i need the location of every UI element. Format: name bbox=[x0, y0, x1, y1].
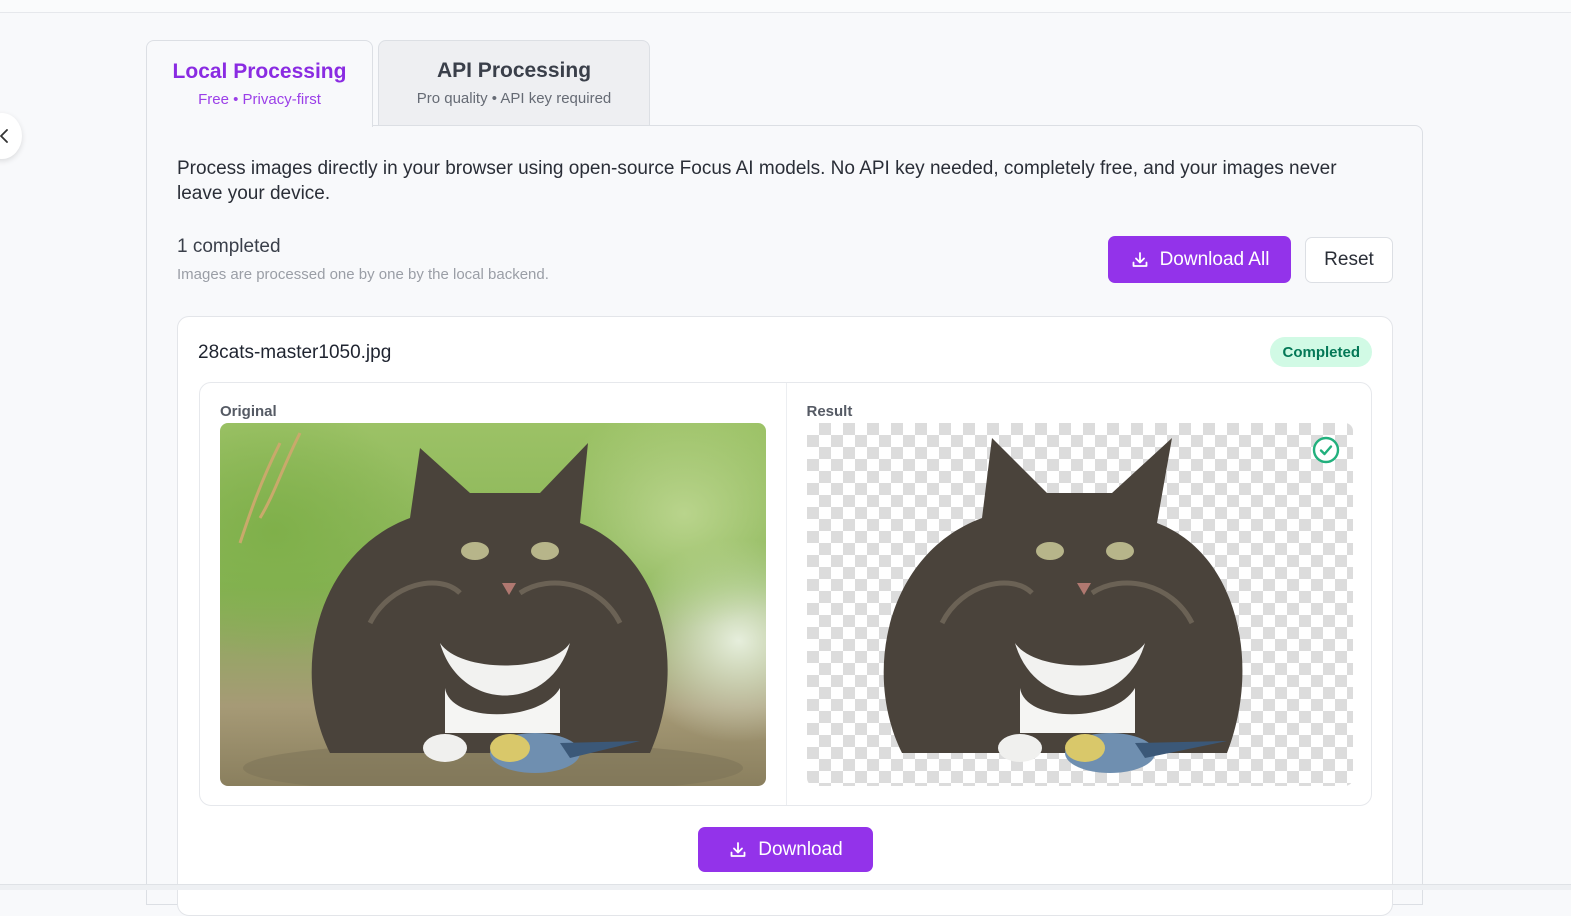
check-circle-icon bbox=[1312, 436, 1339, 464]
status-badge: Completed bbox=[1270, 337, 1372, 367]
download-all-button[interactable]: Download All bbox=[1108, 236, 1291, 283]
download-label: Download bbox=[758, 838, 843, 860]
result-pane: Result bbox=[785, 383, 1372, 805]
bottom-bar bbox=[0, 884, 1571, 890]
tab-local-processing[interactable]: Local Processing Free • Privacy-first bbox=[146, 40, 373, 127]
result-image bbox=[806, 423, 1353, 786]
processing-note: Images are processed one by one by the l… bbox=[177, 266, 549, 283]
tab-title: Local Processing bbox=[172, 60, 347, 83]
local-processing-panel: Process images directly in your browser … bbox=[146, 125, 1423, 916]
download-all-label: Download All bbox=[1159, 248, 1270, 270]
completed-count: 1 completed bbox=[177, 236, 281, 257]
cat-cutout-illustration bbox=[883, 438, 1242, 773]
top-bar bbox=[0, 0, 1571, 13]
original-label: Original bbox=[220, 403, 277, 420]
tab-api-processing[interactable]: API Processing Pro quality • API key req… bbox=[378, 40, 650, 125]
result-label: Result bbox=[806, 403, 853, 420]
original-image bbox=[220, 423, 766, 786]
collapse-sidebar-button[interactable] bbox=[0, 113, 22, 159]
intro-text: Process images directly in your browser … bbox=[177, 158, 1337, 204]
comparison-view: Original Result bbox=[199, 382, 1372, 806]
download-icon bbox=[1132, 251, 1147, 267]
tab-subtitle: Pro quality • API key required bbox=[416, 90, 612, 107]
download-icon bbox=[730, 841, 746, 857]
download-button[interactable]: Download bbox=[698, 827, 873, 872]
tab-subtitle: Free • Privacy-first bbox=[198, 91, 321, 108]
cat-illustration bbox=[238, 432, 743, 786]
image-result-card: 28cats-master1050.jpg Completed Original bbox=[177, 316, 1393, 916]
file-name: 28cats-master1050.jpg bbox=[198, 342, 392, 363]
chevron-left-icon bbox=[0, 129, 8, 143]
original-pane: Original bbox=[200, 383, 786, 805]
reset-button[interactable]: Reset bbox=[1305, 237, 1393, 283]
tab-title: API Processing bbox=[436, 59, 592, 82]
